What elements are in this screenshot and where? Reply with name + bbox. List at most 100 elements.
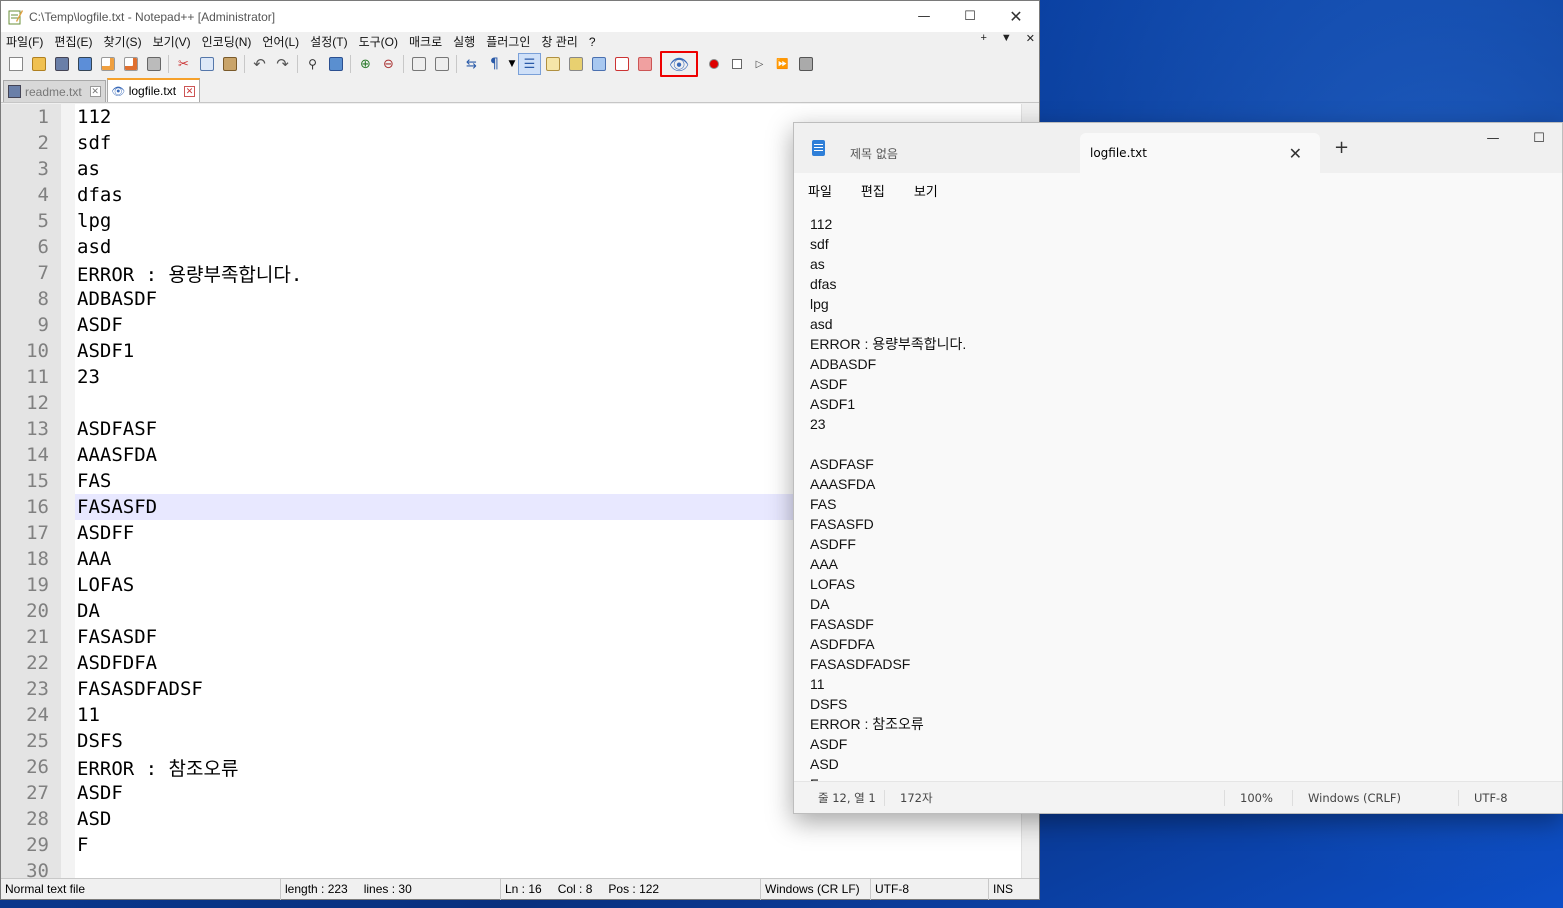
save-disk-icon [8,85,21,98]
line-text: FASASFD [77,496,158,518]
menu-encoding[interactable]: 인코딩(N) [197,33,258,50]
menu-window[interactable]: 창 관리 [536,33,583,50]
menu-view[interactable]: 보기 [914,181,938,200]
menu-edit[interactable]: 편집 [861,181,885,200]
sync-vertical-button[interactable] [407,53,430,75]
print-button[interactable] [142,53,165,75]
line-number: 24 [26,704,49,726]
text-line: LOFAS [810,576,856,592]
close-button[interactable]: ✕ [993,1,1039,32]
line-number: 27 [26,782,49,804]
notepad-tab-untitled[interactable]: 제목 없음 [840,133,1080,173]
minimize-button[interactable]: — [901,1,947,32]
function-list-icon [614,57,629,71]
line-text: ASDF [77,314,123,336]
replace-button[interactable] [324,53,347,75]
wrap-icon: ⇆ [466,56,477,72]
undo-button[interactable]: ↶ [248,53,271,75]
menu-help[interactable]: ? [584,35,602,49]
status-pos: Pos : 122 [608,882,660,896]
word-wrap-button[interactable]: ⇆ [460,53,483,75]
show-all-chars-button[interactable]: ¶ [483,53,506,75]
indent-guide-button[interactable]: ☰ [518,53,541,75]
text-line: AAASFDA [810,476,876,492]
close-all-icon [123,57,138,71]
minimize-button[interactable]: — [1470,123,1516,153]
paste-button[interactable] [218,53,241,75]
editor-line[interactable]: 29 F [1,832,1021,858]
function-list-button[interactable] [610,53,633,75]
folder-workspace-button[interactable] [633,53,656,75]
doc-list-button[interactable] [587,53,610,75]
menu-add-button[interactable]: + [980,32,986,45]
copy-button[interactable] [195,53,218,75]
tab-close-icon[interactable]: ✕ [89,86,101,97]
line-text: ADBASDF [77,288,158,310]
open-file-button[interactable] [27,53,50,75]
sync-horizontal-icon [434,57,449,71]
tab-close-icon[interactable]: ✕ [184,85,196,97]
text-line: DSFS [810,696,848,712]
tab-close-icon[interactable]: ✕ [1289,144,1302,163]
redo-button[interactable]: ↷ [271,53,294,75]
text-line: ASDF1 [810,396,856,412]
line-number: 13 [26,418,49,440]
doc-map-icon [568,57,583,71]
fast-forward-icon: ⏩ [776,58,789,70]
save-button[interactable] [50,53,73,75]
doc-map-button[interactable] [564,53,587,75]
maximize-button[interactable]: ☐ [947,1,993,32]
menu-close-doc-button[interactable]: ✕ [1026,32,1035,45]
menu-search[interactable]: 찾기(S) [98,33,147,50]
line-number: 8 [37,288,49,310]
menu-view[interactable]: 보기(V) [148,33,197,50]
line-number: 1 [37,106,49,128]
new-tab-plus-icon[interactable]: + [1334,137,1349,158]
line-number: 26 [26,756,49,778]
status-encoding: UTF-8 [871,878,989,900]
menu-edit[interactable]: 편집(E) [49,33,98,50]
menu-tools[interactable]: 도구(O) [354,33,404,50]
menu-dropdown-button[interactable]: ▼ [1001,32,1012,45]
record-macro-button[interactable] [702,53,725,75]
text-line: asd [810,316,833,332]
menu-run[interactable]: 실행 [448,33,481,50]
close-all-button[interactable] [119,53,142,75]
menu-plugins[interactable]: 플러그인 [481,33,536,50]
run-macro-multiple-button[interactable]: ⏩ [771,53,794,75]
new-file-button[interactable] [4,53,27,75]
zoom-in-button[interactable]: ⊕ [354,53,377,75]
tab-logfile[interactable]: 👁 logfile.txt ✕ [106,78,201,102]
dropdown-arrow-button[interactable]: ▼ [506,53,518,75]
save-all-button[interactable] [73,53,96,75]
save-macro-button[interactable] [794,53,817,75]
line-number: 22 [26,652,49,674]
new-file-icon [8,57,23,71]
udl-button[interactable] [541,53,564,75]
monitoring-tail-button[interactable]: 👁 [660,51,698,77]
tab-readme[interactable]: readme.txt ✕ [3,80,106,102]
close-file-button[interactable] [96,53,119,75]
play-macro-button[interactable]: ▷ [748,53,771,75]
stop-macro-button[interactable] [725,53,748,75]
maximize-button[interactable]: ☐ [1516,123,1562,153]
find-button[interactable]: ⚲ [301,53,324,75]
menu-file[interactable]: 파일 [808,181,832,200]
editor-line[interactable]: 30 [1,858,1021,880]
notepad-tab-logfile[interactable]: logfile.txt ✕ [1080,133,1320,173]
menu-macro[interactable]: 매크로 [404,33,448,50]
cut-button[interactable]: ✂ [172,53,195,75]
zoom-out-button[interactable]: ⊖ [377,53,400,75]
sync-horizontal-button[interactable] [430,53,453,75]
menu-file[interactable]: 파일(F) [1,33,49,50]
text-line: sdf [810,236,829,252]
text-line: 23 [810,416,826,432]
line-number: 3 [37,158,49,180]
paste-icon [222,57,237,71]
menu-settings[interactable]: 설정(T) [305,33,353,50]
menu-language[interactable]: 언어(L) [257,33,305,50]
line-text: dfas [77,184,123,206]
notepad-text-area[interactable]: 112 sdf as dfas lpg asd ERROR : 용량부족합니다. ADBASD… [794,207,1562,782]
line-text: AAA [77,548,112,570]
toolbar-separator [244,55,245,73]
